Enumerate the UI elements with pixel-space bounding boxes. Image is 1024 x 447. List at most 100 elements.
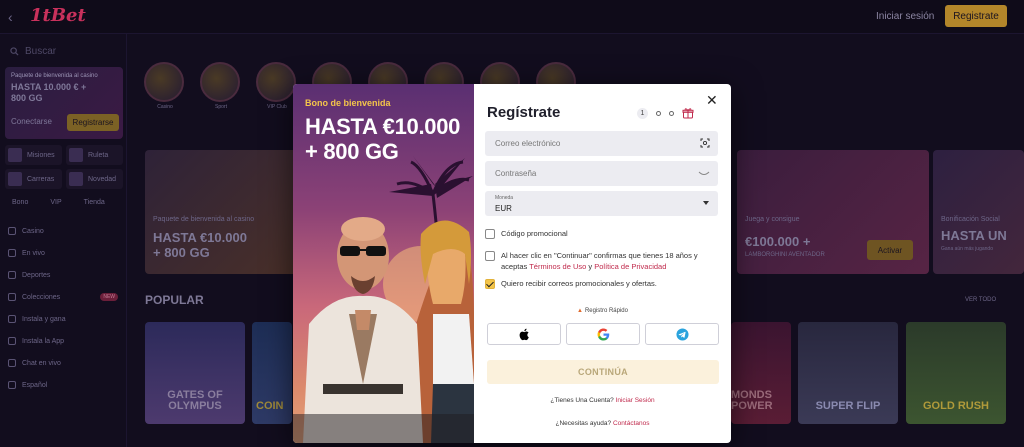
sidebar-quick-links: Misiones Ruleta Carreras Novedad xyxy=(5,145,123,189)
banner-welcome[interactable]: Paquete de bienvenida al casino HASTA €1… xyxy=(145,150,305,274)
tab-bonus[interactable]: Bono xyxy=(12,199,28,206)
sidebar-item-install-win[interactable]: Instala y gana xyxy=(8,308,120,330)
category-casino[interactable]: Casino xyxy=(144,62,186,110)
live-icon xyxy=(8,249,16,257)
banner-social[interactable]: Bonificación Social HASTA UN Gana aún má… xyxy=(933,150,1024,274)
continue-button[interactable]: CONTINÚA xyxy=(487,360,719,384)
banner-lamborghini[interactable]: Juega y consigue €100.000 + LAMBORGHINI … xyxy=(737,150,929,274)
promo-emails-checkbox[interactable] xyxy=(485,279,495,289)
sports-icon xyxy=(8,271,16,279)
tab-vip[interactable]: VIP xyxy=(50,199,61,206)
collections-icon xyxy=(8,293,16,301)
sidebar-search[interactable]: Buscar xyxy=(10,46,56,57)
promo-login-link[interactable]: Conectarse xyxy=(11,117,52,126)
game-tile[interactable]: GOLD RUSH xyxy=(906,322,1006,424)
top-bar: ‹ 1tBet Iniciar sesión Registrate xyxy=(0,0,1024,34)
sidebar-item-language[interactable]: Español xyxy=(8,374,120,396)
apple-login-button[interactable] xyxy=(487,323,561,345)
banner-title: HASTA €10.000 + 800 GG xyxy=(153,230,247,260)
terms-of-use-link[interactable]: Términos de Uso xyxy=(529,262,586,271)
nav-label: En vivo xyxy=(22,249,45,257)
currency-select[interactable]: Moneda EUR xyxy=(485,191,718,216)
nav-label: Español xyxy=(22,381,48,389)
modal-title: Regístrate xyxy=(487,104,561,121)
game-title: COIN xyxy=(256,400,284,412)
banner-subtitle: Juega y consigue xyxy=(745,216,800,223)
chat-icon xyxy=(8,359,16,367)
search-icon xyxy=(10,47,19,56)
promo-subtitle: Paquete de bienvenida al casino xyxy=(11,73,98,79)
login-link[interactable]: Iniciar sesión xyxy=(876,11,934,22)
quick-register-text: Registro Rápido xyxy=(584,308,628,314)
tab-store[interactable]: Tienda xyxy=(84,199,105,206)
quick-link-races[interactable]: Carreras xyxy=(5,169,62,189)
terms-checkbox[interactable] xyxy=(485,251,495,261)
category-label: Casino xyxy=(157,104,173,110)
promo-code-checkbox[interactable] xyxy=(485,229,495,239)
sidebar-item-sports[interactable]: Deportes xyxy=(8,264,120,286)
email-field[interactable] xyxy=(485,131,718,156)
category-image xyxy=(144,62,184,102)
game-tile[interactable]: GATES OF OLYMPUS xyxy=(145,322,245,424)
promo-emails-label: Quiero recibir correos promocionales y o… xyxy=(501,279,657,288)
banner-activate-button[interactable]: Activar xyxy=(867,240,913,260)
step-1: 1 xyxy=(637,107,648,119)
category-vip[interactable]: VIP Club xyxy=(256,62,298,110)
close-icon[interactable]: ✕ xyxy=(706,92,718,109)
banner-small-text: Gana aún más jugando xyxy=(941,246,993,252)
sidebar-item-collections[interactable]: Colecciones NEW xyxy=(8,286,120,308)
sidebar-item-casino[interactable]: Casino xyxy=(8,220,120,242)
sidebar-item-live[interactable]: En vivo xyxy=(8,242,120,264)
quick-register-label: ▲ Registro Rápido xyxy=(474,308,731,314)
bonus-subtitle: Bono de bienvenida xyxy=(305,98,391,108)
nav-label: Instala la App xyxy=(22,337,65,345)
privacy-policy-link[interactable]: Política de Privacidad xyxy=(594,262,666,271)
category-label: VIP Club xyxy=(267,104,287,110)
game-tile[interactable]: MONDS POWER xyxy=(731,322,791,424)
logo[interactable]: 1tBet xyxy=(30,5,86,26)
quick-link-new[interactable]: Novedad xyxy=(66,169,123,189)
quick-link-roulette[interactable]: Ruleta xyxy=(66,145,123,165)
promo-code-row[interactable]: Código promocional xyxy=(485,228,568,239)
step-2-dot xyxy=(656,110,661,116)
nav-label: Casino xyxy=(22,227,44,235)
fire-icon: ▲ xyxy=(577,308,583,314)
game-title: GOLD RUSH xyxy=(923,400,989,412)
step-3-dot xyxy=(669,110,674,116)
sidebar-promo-card: Paquete de bienvenida al casino HASTA 10… xyxy=(5,67,123,139)
game-tile[interactable]: SUPER FLIP xyxy=(798,322,898,424)
terms-row: Al hacer clic en "Continuar" confirmas q… xyxy=(485,250,715,272)
quick-link-missions[interactable]: Misiones xyxy=(5,145,62,165)
nav-label: Colecciones xyxy=(22,293,61,301)
sidebar-tabs: Bono VIP Tienda xyxy=(12,199,105,206)
step-indicator: 1 xyxy=(637,107,694,119)
promo-emails-row[interactable]: Quiero recibir correos promocionales y o… xyxy=(485,278,657,289)
phone-icon xyxy=(8,337,16,345)
contact-link[interactable]: Contáctanos xyxy=(613,420,650,427)
eye-closed-icon[interactable] xyxy=(698,170,710,178)
category-sport[interactable]: Sport xyxy=(200,62,242,110)
nav-label: Instala y gana xyxy=(22,315,66,323)
telegram-login-button[interactable] xyxy=(645,323,719,345)
sidebar-item-live-chat[interactable]: Chat en vivo xyxy=(8,352,120,374)
register-button[interactable]: Registrate xyxy=(945,5,1007,27)
have-account-line: ¿Tienes Una Cuenta? Iniciar Sesión xyxy=(474,397,731,404)
see-all-link[interactable]: VER TODO xyxy=(965,297,996,303)
nav-label: Deportes xyxy=(22,271,51,279)
back-arrow-icon[interactable]: ‹ xyxy=(8,9,13,25)
gift-icon xyxy=(682,108,694,119)
game-title: MONDS POWER xyxy=(731,389,773,412)
game-title: GATES OF OLYMPUS xyxy=(167,389,223,412)
sidebar-item-install-app[interactable]: Instala la App xyxy=(8,330,120,352)
promo-register-button[interactable]: Registrarse xyxy=(67,114,119,131)
google-login-button[interactable] xyxy=(566,323,640,345)
game-tile[interactable]: COIN xyxy=(252,322,292,424)
game-title: SUPER FLIP xyxy=(815,400,881,412)
login-link-modal[interactable]: Iniciar Sesión xyxy=(616,397,655,404)
category-image xyxy=(256,62,296,102)
scan-icon[interactable] xyxy=(700,138,710,148)
terms-text: Al hacer clic en "Continuar" confirmas q… xyxy=(501,250,715,272)
gift-icon xyxy=(8,315,16,323)
currency-value: EUR xyxy=(495,204,512,213)
password-field[interactable] xyxy=(485,161,718,186)
